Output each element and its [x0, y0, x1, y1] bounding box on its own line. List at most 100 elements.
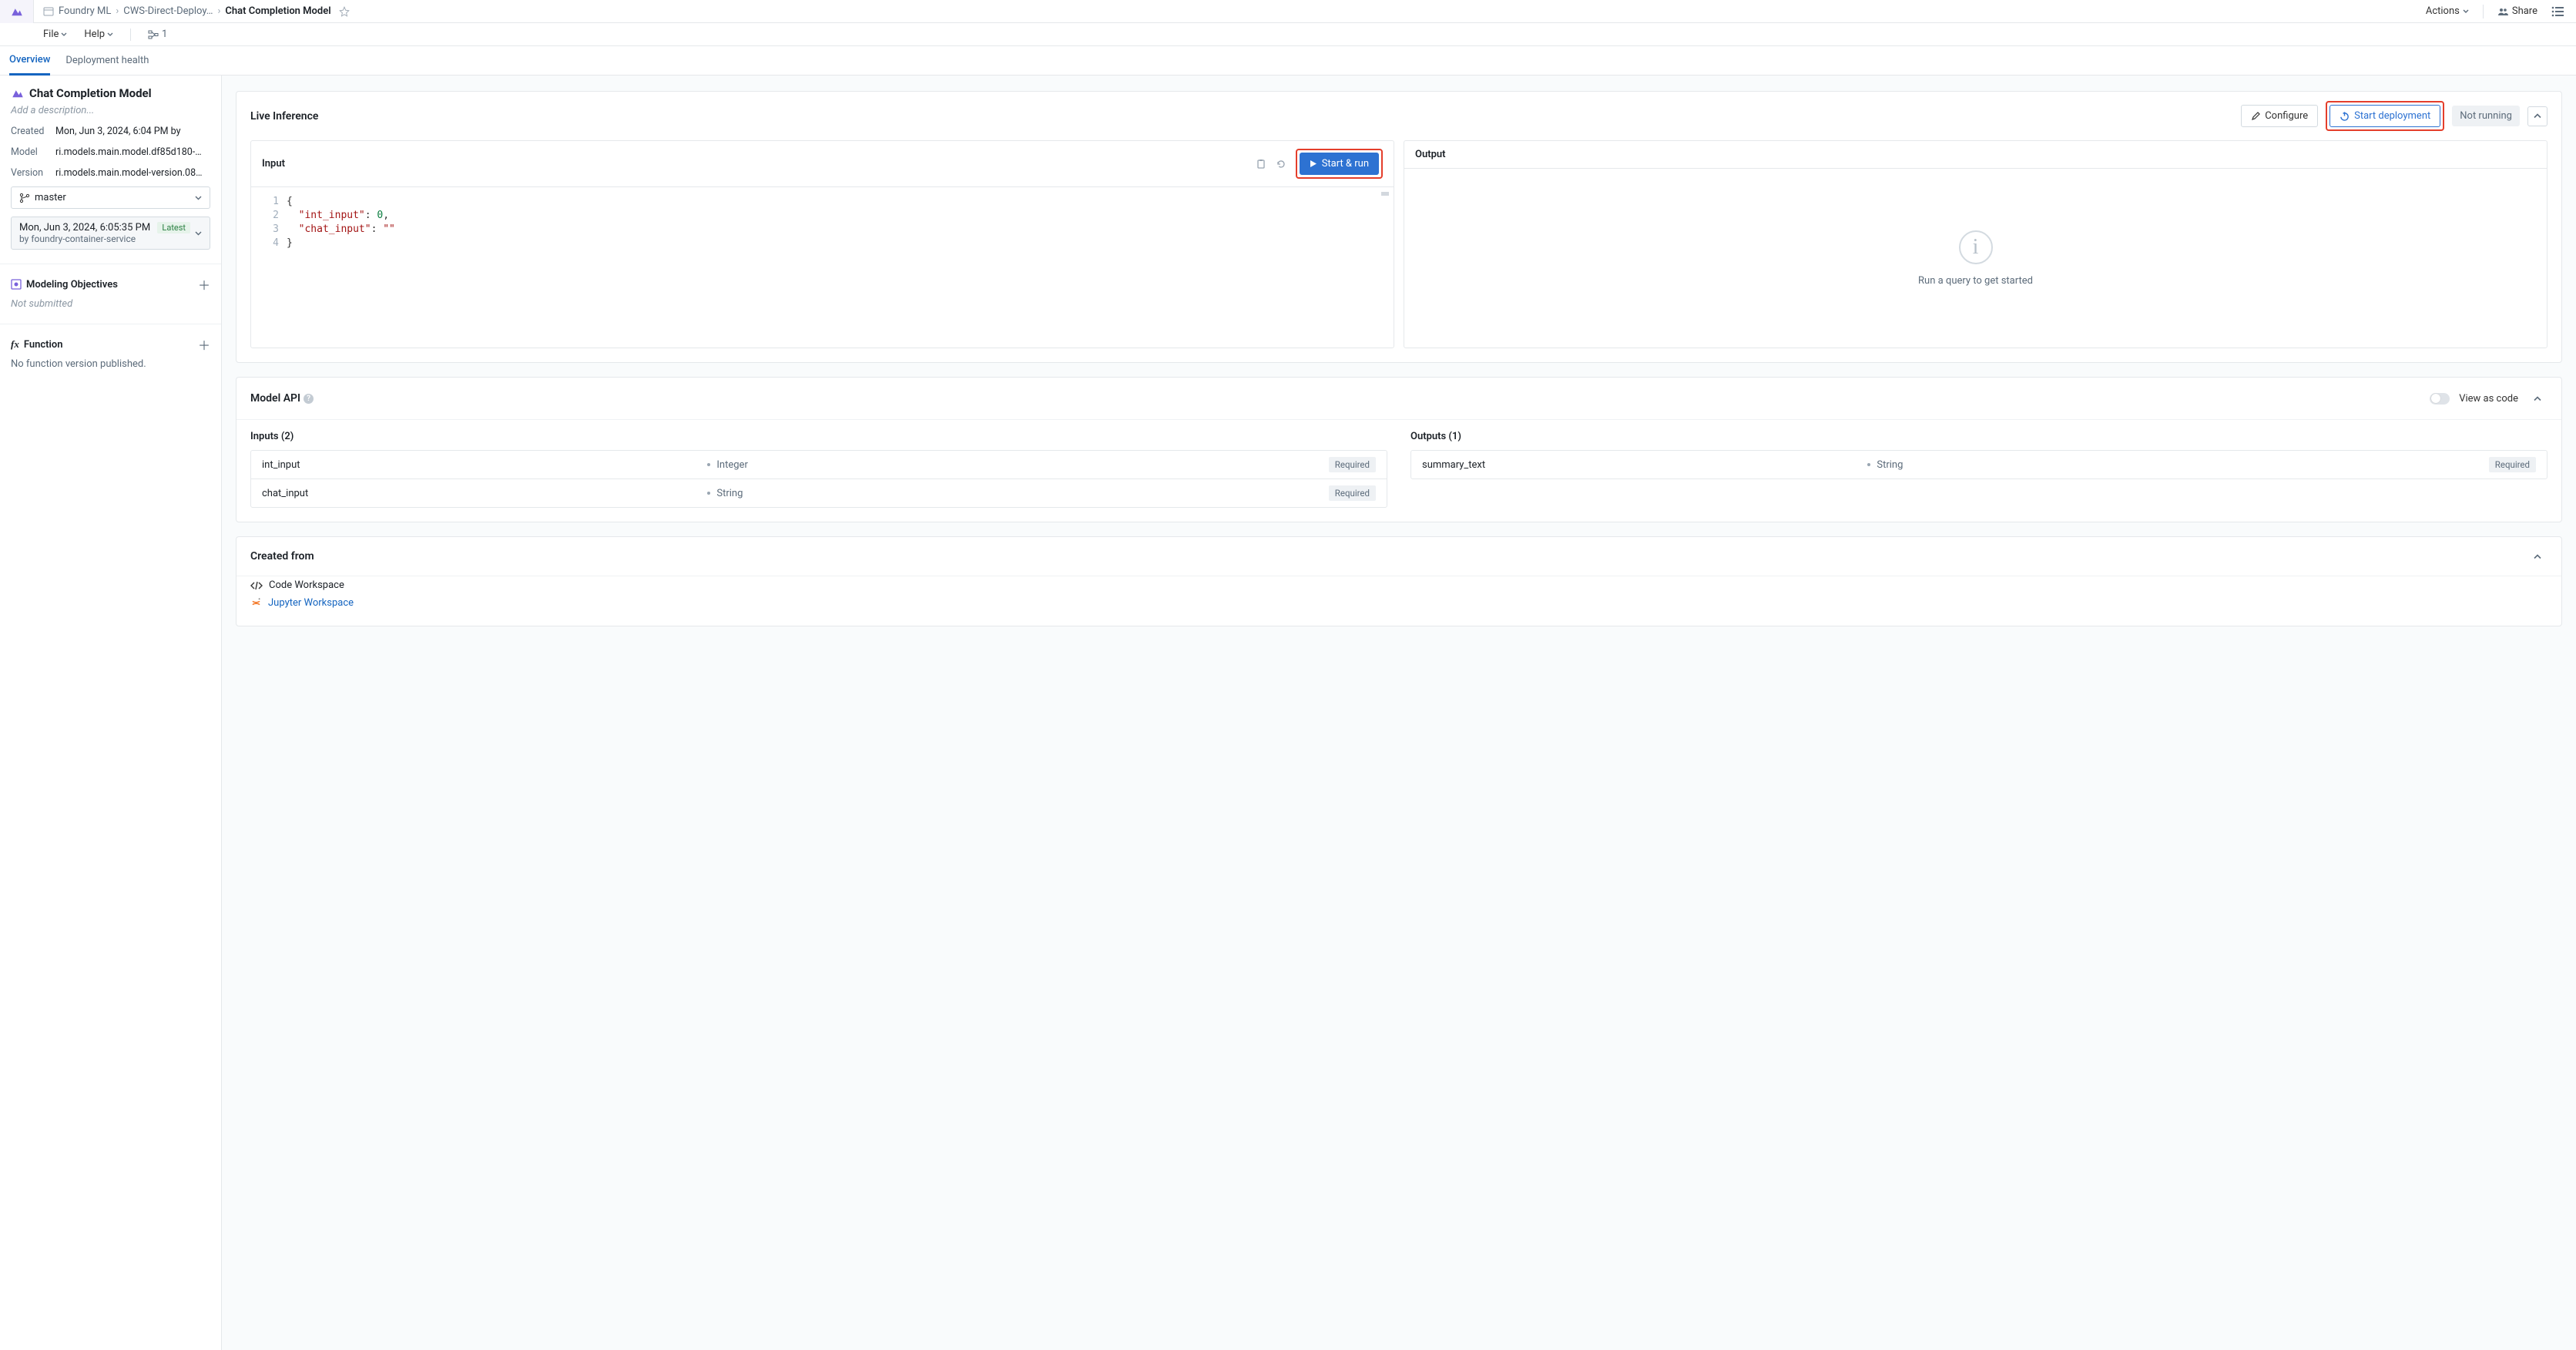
menu-help-label: Help	[84, 29, 105, 40]
output-name: summary_text	[1422, 459, 1867, 471]
share-button[interactable]: Share	[2497, 5, 2537, 17]
people-icon	[2497, 7, 2508, 16]
collapse-button[interactable]	[2527, 546, 2547, 566]
model-label: Model	[11, 146, 48, 158]
caret-down-icon	[2463, 9, 2469, 14]
minimap	[1381, 192, 1389, 196]
outputs-column: Outputs (1) summary_text String Required	[1410, 431, 2547, 508]
inputs-table: int_input Integer Required chat_input St…	[250, 450, 1387, 508]
function-title: Function	[24, 339, 63, 351]
chevron-up-icon	[2534, 113, 2541, 119]
version-selector[interactable]: Mon, Jun 3, 2024, 6:05:35 PM Latest by f…	[11, 217, 210, 250]
start-deployment-button[interactable]: Start deployment	[2329, 105, 2440, 127]
model-api-title-row: Model API ?	[250, 392, 314, 405]
snapshot-author: by foundry-container-service	[19, 233, 190, 244]
sidebar-meta: Chat Completion Model Add a description.…	[0, 76, 221, 264]
model-api-panel: Model API ? View as code Inputs (2)	[236, 377, 2562, 522]
layout: Chat Completion Model Add a description.…	[0, 76, 2576, 1350]
deployment-status: Not running	[2452, 106, 2520, 126]
tab-deployment-health[interactable]: Deployment health	[65, 46, 149, 76]
branch-selector[interactable]: master	[11, 186, 210, 209]
required-badge: Required	[2489, 457, 2536, 472]
created-value: Mon, Jun 3, 2024, 6:04 PM by	[55, 126, 181, 137]
reset-button[interactable]	[1276, 159, 1286, 170]
input-name: chat_input	[262, 488, 707, 499]
required-badge: Required	[1329, 485, 1376, 501]
inputs-column: Inputs (2) int_input Integer Required ch…	[250, 431, 1387, 508]
star-icon[interactable]	[339, 6, 350, 17]
function-note: No function version published.	[11, 358, 210, 370]
fx-icon: fx	[11, 338, 19, 351]
topbar: Foundry ML › CWS-Direct-Deploy… › Chat C…	[0, 0, 2576, 23]
jupyter-link[interactable]: Jupyter Workspace	[268, 597, 354, 609]
input-card: Input Start & run	[250, 140, 1394, 348]
output-type: String	[1867, 459, 2488, 471]
collapse-button[interactable]	[2527, 388, 2547, 408]
copy-button[interactable]	[1256, 159, 1266, 170]
model-title: Chat Completion Model	[29, 86, 152, 100]
branch-icon	[19, 193, 30, 203]
api-row: summary_text String Required	[1411, 451, 2547, 479]
main: Live Inference Configure Start deploymen…	[222, 76, 2576, 1350]
start-run-highlight: Start & run	[1296, 149, 1383, 179]
latest-badge: Latest	[157, 222, 190, 233]
description-placeholder[interactable]: Add a description...	[11, 105, 210, 116]
live-inference-title: Live Inference	[250, 110, 318, 123]
outputs-title: Outputs (1)	[1410, 431, 2547, 442]
caret-down-icon	[195, 231, 202, 236]
actions-label: Actions	[2426, 5, 2460, 17]
snapshot-time: Mon, Jun 3, 2024, 6:05:35 PM	[19, 222, 150, 233]
api-row: chat_input String Required	[251, 479, 1387, 507]
power-icon	[2340, 111, 2350, 121]
help-icon[interactable]: ?	[304, 394, 314, 404]
view-as-code-toggle[interactable]	[2430, 393, 2450, 405]
configure-label: Configure	[2265, 110, 2308, 122]
tab-overview[interactable]: Overview	[9, 46, 50, 76]
created-from-code-ws: Code Workspace	[250, 576, 2547, 594]
sidebar: Chat Completion Model Add a description.…	[0, 76, 222, 1350]
mountain-icon	[11, 88, 25, 99]
menu-file[interactable]: File	[43, 29, 67, 40]
input-type: String	[707, 488, 1328, 499]
created-from-panel: Created from Code Workspace Jupyter Work…	[236, 536, 2562, 626]
output-title: Output	[1415, 149, 1446, 160]
actions-menu[interactable]: Actions	[2426, 5, 2469, 17]
breadcrumb-sep: ›	[116, 5, 119, 17]
add-function-button[interactable]: ＋	[198, 335, 210, 354]
code-editor[interactable]: 1234 { "int_input": 0, "chat_input": "" …	[251, 187, 1394, 348]
created-from-jupyter[interactable]: Jupyter Workspace	[250, 594, 2547, 612]
model-api-title: Model API	[250, 392, 300, 405]
version-label: Version	[11, 167, 48, 179]
code-content: { "int_input": 0, "chat_input": "" }	[287, 195, 1394, 348]
start-deployment-label: Start deployment	[2354, 110, 2430, 122]
connections-count: 1	[162, 29, 167, 40]
objectives-note: Not submitted	[11, 298, 210, 310]
start-deployment-highlight: Start deployment	[2326, 101, 2444, 131]
app-logo[interactable]	[0, 0, 34, 23]
breadcrumb: Foundry ML › CWS-Direct-Deploy… › Chat C…	[34, 5, 2426, 17]
configure-button[interactable]: Configure	[2241, 105, 2318, 127]
list-icon[interactable]	[2551, 6, 2564, 17]
output-placeholder: i Run a query to get started	[1404, 169, 2547, 348]
inputs-title: Inputs (2)	[250, 431, 1387, 442]
caret-down-icon	[107, 32, 113, 37]
add-objective-button[interactable]: ＋	[198, 275, 210, 294]
breadcrumb-root[interactable]: Foundry ML	[59, 5, 111, 17]
mountain-icon	[10, 6, 24, 17]
sidebar-objectives: Modeling Objectives ＋ Not submitted	[0, 264, 221, 324]
graph-icon	[148, 30, 159, 39]
code-ws-label: Code Workspace	[269, 579, 344, 591]
collapse-button[interactable]	[2527, 106, 2547, 126]
breadcrumb-mid[interactable]: CWS-Direct-Deploy…	[123, 5, 213, 17]
tabs: Overview Deployment health	[0, 46, 2576, 76]
version-rid: ri.models.main.model-version.08d8e70…	[55, 167, 206, 179]
start-and-run-button[interactable]: Start & run	[1300, 153, 1379, 175]
input-name: int_input	[262, 459, 707, 471]
line-gutter: 1234	[251, 195, 287, 348]
connections-indicator[interactable]: 1	[148, 29, 167, 40]
chevron-up-icon	[2534, 554, 2541, 559]
input-title: Input	[262, 158, 285, 170]
breadcrumb-sep: ›	[218, 5, 221, 17]
menu-help[interactable]: Help	[84, 29, 113, 40]
play-icon	[1310, 160, 1317, 168]
